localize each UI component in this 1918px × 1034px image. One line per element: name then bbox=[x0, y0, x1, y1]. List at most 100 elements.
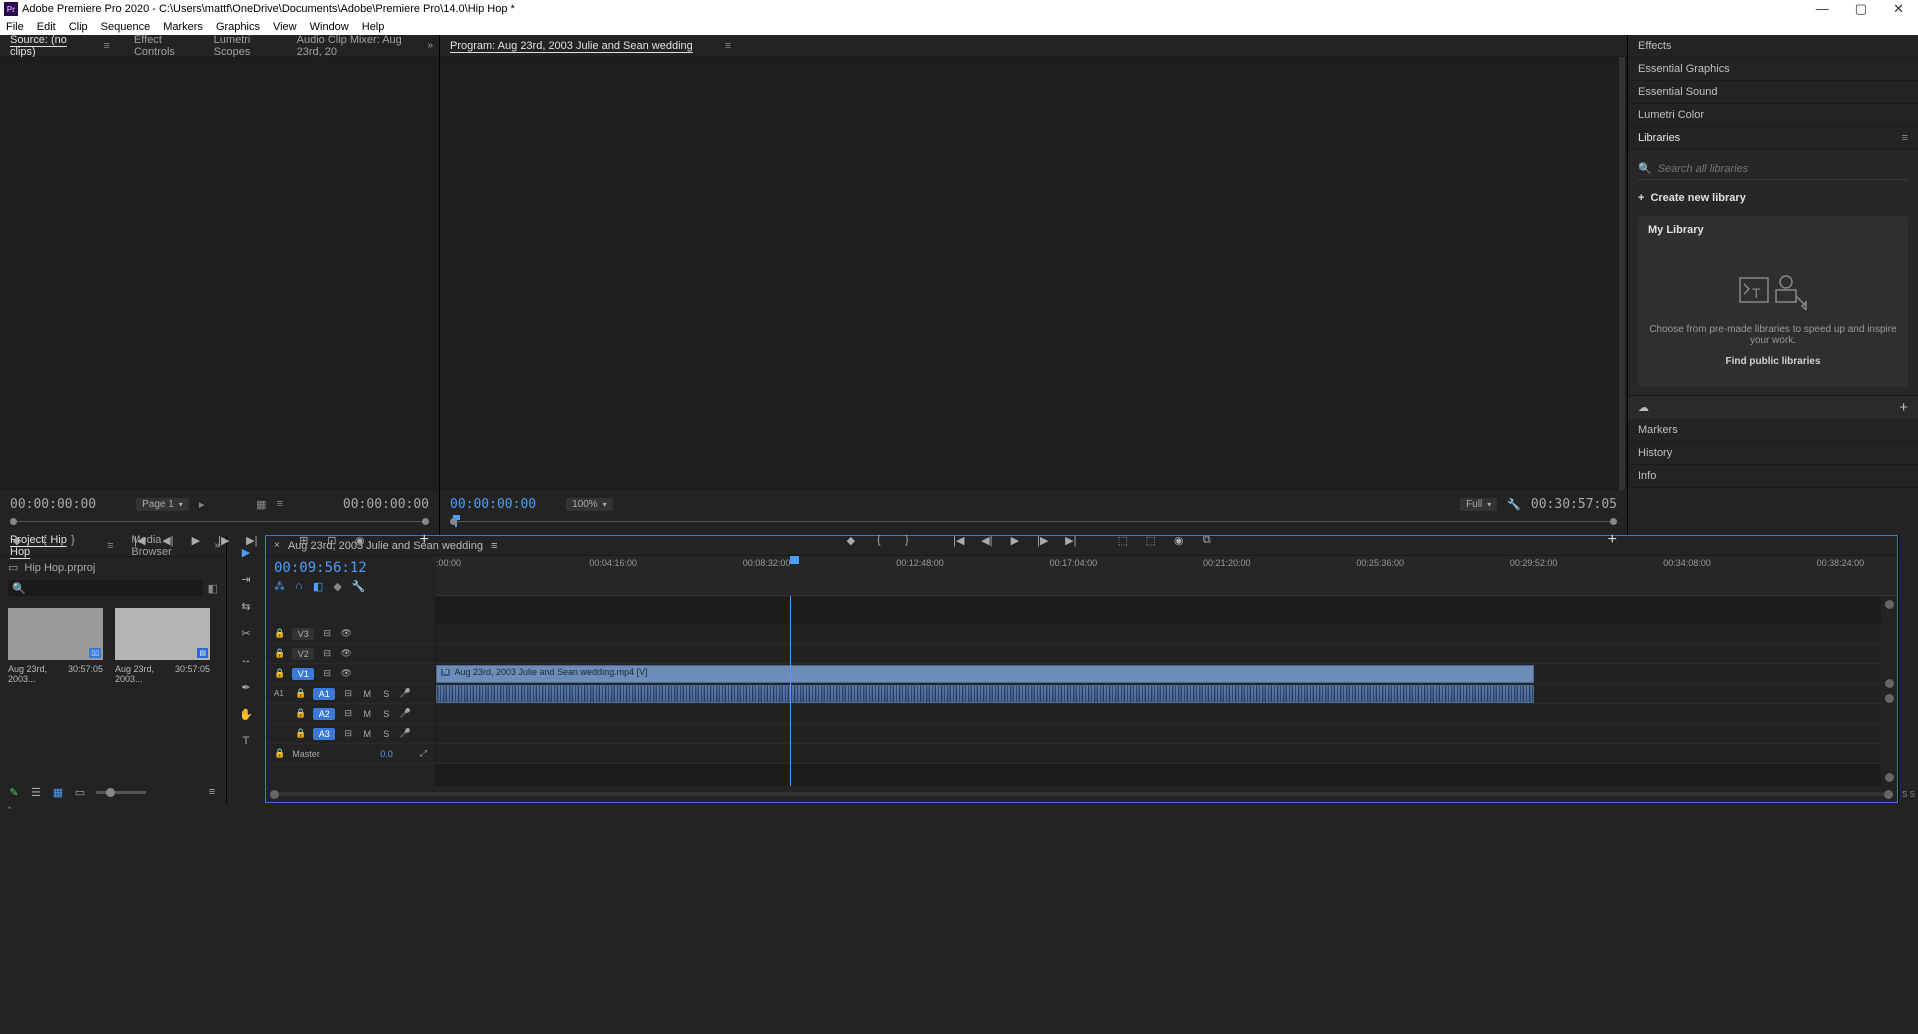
eye-icon[interactable]: 👁 bbox=[340, 648, 352, 659]
program-resolution-dropdown[interactable]: Full bbox=[1460, 498, 1497, 511]
source-list-icon[interactable]: ≡ bbox=[276, 498, 282, 510]
prog-step-back-icon[interactable]: ◀| bbox=[980, 534, 994, 547]
track-content[interactable]: Aug 23rd, 2003 Julie and Sean wedding.mp… bbox=[436, 596, 1881, 786]
overwrite-icon[interactable]: ⊡ bbox=[325, 534, 339, 547]
mark-in-icon[interactable]: { bbox=[38, 534, 52, 547]
lift-icon[interactable]: ⬚ bbox=[1116, 534, 1130, 547]
step-fwd-icon[interactable]: |▶ bbox=[217, 534, 231, 547]
tab-libraries[interactable]: Libraries≡ bbox=[1628, 127, 1918, 150]
playhead-icon[interactable] bbox=[790, 556, 799, 564]
sort-icon[interactable]: ≡ bbox=[206, 786, 218, 798]
source-grid-icon[interactable]: ▦ bbox=[256, 498, 266, 511]
source-page-dropdown[interactable]: Page 1 bbox=[136, 498, 189, 511]
program-tc-current[interactable]: 00:00:00:00 bbox=[450, 497, 536, 512]
track-label[interactable]: V1 bbox=[292, 668, 314, 680]
libraries-search[interactable]: 🔍 bbox=[1638, 158, 1908, 180]
eye-icon[interactable]: 👁 bbox=[340, 668, 352, 679]
project-search-box[interactable]: 🔍 bbox=[8, 580, 202, 596]
ripple-edit-tool-icon[interactable]: ⇆ bbox=[236, 597, 256, 615]
maximize-button[interactable]: ▢ bbox=[1855, 1, 1867, 17]
program-mini-ruler[interactable] bbox=[450, 516, 1617, 528]
eye-icon[interactable]: 👁 bbox=[340, 628, 352, 639]
icon-view-icon[interactable]: ▦ bbox=[52, 786, 64, 799]
sync-lock-icon[interactable]: ⊟ bbox=[342, 688, 354, 699]
source-menu-icon[interactable]: ≡ bbox=[104, 40, 110, 52]
find-public-libraries-link[interactable]: Find public libraries bbox=[1648, 356, 1898, 367]
snap-icon[interactable]: ⁂ bbox=[274, 580, 285, 593]
tab-markers[interactable]: Markers bbox=[1628, 419, 1918, 442]
timeline-settings-icon[interactable]: ◆ bbox=[333, 580, 341, 593]
source-overflow-icon[interactable]: » bbox=[427, 40, 433, 51]
track-header-a3[interactable]: 🔒A3⊟MS🎤 bbox=[266, 724, 435, 744]
sync-lock-icon[interactable]: ⊟ bbox=[321, 628, 333, 639]
lock-icon[interactable]: 🔒 bbox=[274, 748, 285, 759]
track-header-v3[interactable]: 🔒 V3 ⊟ 👁 bbox=[266, 624, 435, 644]
timeline-timecode[interactable]: 00:09:56:12 bbox=[274, 560, 428, 576]
prog-goto-in-icon[interactable]: |◀ bbox=[952, 534, 966, 547]
video-clip[interactable]: Aug 23rd, 2003 Julie and Sean wedding.mp… bbox=[436, 665, 1534, 683]
freeform-view-icon[interactable]: ▭ bbox=[74, 786, 86, 799]
libraries-search-input[interactable] bbox=[1658, 163, 1908, 175]
lock-icon[interactable]: 🔒 bbox=[295, 708, 306, 719]
audio-clip[interactable] bbox=[436, 685, 1534, 703]
source-play-marker-icon[interactable]: ▸ bbox=[199, 498, 205, 511]
tab-lumetri-scopes[interactable]: Lumetri Scopes bbox=[210, 32, 273, 60]
play-icon[interactable]: ▶ bbox=[189, 534, 203, 547]
sync-lock-icon[interactable]: ⊟ bbox=[321, 648, 333, 659]
tab-essential-graphics[interactable]: Essential Graphics bbox=[1628, 58, 1918, 81]
mute-icon[interactable]: M bbox=[361, 729, 373, 739]
track-header-v2[interactable]: 🔒V2⊟👁 bbox=[266, 644, 435, 664]
wrench-icon[interactable]: 🔧 bbox=[1507, 498, 1521, 511]
export-frame-icon[interactable]: ◉ bbox=[1172, 534, 1186, 547]
cloud-icon[interactable]: ☁ bbox=[1638, 401, 1649, 414]
timeline-hscroll[interactable] bbox=[266, 786, 1897, 802]
tab-program[interactable]: Program: Aug 23rd, 2003 Julie and Sean w… bbox=[446, 38, 697, 54]
hand-tool-icon[interactable]: ✋ bbox=[236, 705, 256, 723]
compare-icon[interactable]: ⧉ bbox=[1200, 534, 1214, 547]
solo-icon[interactable]: S bbox=[380, 689, 392, 699]
tab-history[interactable]: History bbox=[1628, 442, 1918, 465]
track-header-master[interactable]: 🔒Master0.0⤢ bbox=[266, 744, 435, 764]
linked-selection-icon[interactable]: ∩ bbox=[295, 580, 303, 593]
program-scrollbar[interactable] bbox=[1619, 57, 1625, 490]
program-add-button[interactable]: + bbox=[1608, 531, 1617, 549]
source-patch[interactable]: A1 bbox=[274, 689, 288, 698]
project-item[interactable]: ▯▯ Aug 23rd, 2003...30:57:05 bbox=[8, 608, 103, 684]
lock-icon[interactable]: 🔒 bbox=[274, 648, 285, 659]
sync-lock-icon[interactable]: ⊟ bbox=[342, 728, 354, 739]
collapse-icon[interactable]: ⤢ bbox=[420, 748, 427, 759]
prog-mark-in-icon[interactable]: { bbox=[872, 534, 886, 546]
thumbnail-size-slider[interactable] bbox=[96, 791, 146, 794]
timeline-wrench-icon[interactable]: 🔧 bbox=[352, 580, 366, 593]
type-tool-icon[interactable]: T bbox=[236, 732, 256, 750]
mute-icon[interactable]: M bbox=[361, 709, 373, 719]
tab-info[interactable]: Info bbox=[1628, 465, 1918, 488]
track-label[interactable]: A1 bbox=[313, 688, 335, 700]
close-button[interactable]: ✕ bbox=[1893, 1, 1904, 17]
minimize-button[interactable]: — bbox=[1816, 1, 1829, 17]
project-item[interactable]: ▤ Aug 23rd, 2003...30:57:05 bbox=[115, 608, 210, 684]
program-menu-icon[interactable]: ≡ bbox=[725, 40, 731, 52]
prog-goto-out-icon[interactable]: ▶| bbox=[1064, 534, 1078, 547]
solo-icon[interactable]: S bbox=[380, 709, 392, 719]
my-library-header[interactable]: My Library bbox=[1638, 216, 1908, 244]
sync-lock-icon[interactable]: ⊟ bbox=[342, 708, 354, 719]
project-filter-icon[interactable]: ◧ bbox=[208, 582, 218, 595]
prog-mark-out-icon[interactable]: } bbox=[900, 534, 914, 546]
camera-icon[interactable]: ◉ bbox=[353, 534, 367, 547]
voiceover-icon[interactable]: 🎤 bbox=[399, 688, 411, 699]
add-marker-icon[interactable]: ◆ bbox=[10, 534, 24, 547]
goto-in-icon[interactable]: |◀ bbox=[133, 534, 147, 547]
lock-icon[interactable]: 🔒 bbox=[295, 728, 306, 739]
slip-tool-icon[interactable]: ↔ bbox=[236, 651, 256, 669]
mute-icon[interactable]: M bbox=[361, 689, 373, 699]
create-library-button[interactable]: + Create new library bbox=[1638, 192, 1908, 204]
prog-play-icon[interactable]: ▶ bbox=[1008, 534, 1022, 547]
source-mini-ruler[interactable] bbox=[10, 516, 429, 528]
timeline-ruler[interactable]: :00:00 00:04:16:00 00:08:32:00 00:12:48:… bbox=[436, 556, 1897, 596]
track-label[interactable]: V3 bbox=[292, 628, 314, 640]
step-back-icon[interactable]: ◀| bbox=[161, 534, 175, 547]
insert-icon[interactable]: ⊞ bbox=[297, 534, 311, 547]
lock-icon[interactable]: 🔒 bbox=[274, 628, 285, 639]
program-tc-duration[interactable]: 00:30:57:05 bbox=[1531, 497, 1617, 512]
